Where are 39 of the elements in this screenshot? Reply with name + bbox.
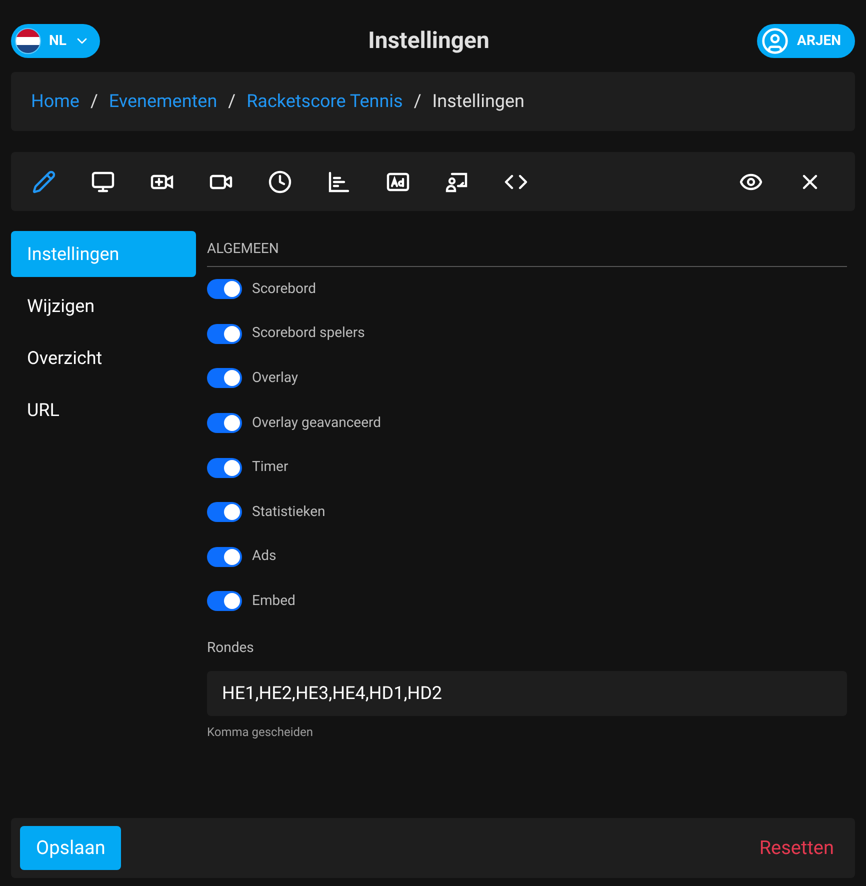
toggle-switch[interactable] [207,502,242,522]
toggle-label: Statistieken [252,502,326,522]
field-label: Rondes [207,638,255,658]
toggle-switch[interactable] [207,413,242,434]
breadcrumb-link[interactable]: Evenementen [108,88,218,115]
user-icon [761,27,790,55]
toggle-switch[interactable] [207,591,242,612]
sidebar-item[interactable]: URL [11,387,196,433]
clock-icon [268,170,292,194]
breadcrumb-current: Instellingen [432,90,524,114]
monitor-icon [91,170,115,194]
sidebar-item[interactable]: Wijzigen [11,283,196,329]
breadcrumb-separator: / [414,90,422,114]
toggle-label: Embed [252,592,296,611]
breadcrumb-separator: / [228,90,236,114]
toggle-label: Scorebord [252,280,316,299]
toggle-switch[interactable] [207,368,242,388]
sidebar-item[interactable]: Overzicht [11,335,196,381]
flag-icon [15,28,41,54]
toolbar-tab[interactable] [91,170,115,194]
toggle-switch[interactable] [207,458,242,478]
bar-chart-icon [327,170,351,194]
reset-button[interactable]: Resetten [747,834,846,862]
rondes-input-field[interactable]: HE1,HE2,HE3,HE4,HD1,HD2 [207,670,847,716]
toggle-label: Overlay geavanceerd [252,414,382,433]
section-title: ALGEMEEN [207,231,847,267]
page-title: Instellingen [368,26,490,56]
toggle-label: Scorebord spelers [252,324,365,344]
toggle-switch[interactable] [207,324,242,344]
breadcrumb-link[interactable]: Home [31,88,80,115]
toggle-label: Ads [252,547,276,566]
breadcrumb-separator: / [90,90,98,114]
toggle-switch[interactable] [207,279,242,300]
toggle-label: Overlay [252,368,298,388]
breadcrumb-link[interactable]: Racketscore Tennis [246,88,403,115]
pencil-icon [32,170,56,194]
toggle-switch[interactable] [207,546,242,567]
field-hint: Komma gescheiden [207,724,314,741]
toggle-label: Timer [252,458,288,478]
